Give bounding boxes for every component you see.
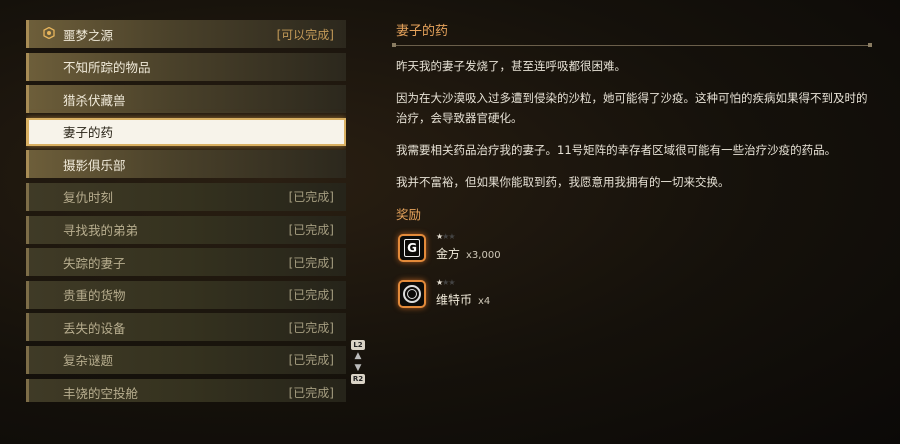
reward-item: ★★★ 维特币 x4 [396,278,596,314]
title-divider [392,43,872,47]
quest-description: 昨天我的妻子发烧了，甚至连呼吸都很困难。 [396,59,626,73]
quest-item[interactable]: 不知所踪的物品 [26,52,346,81]
quest-status: [已完成] [288,386,334,401]
quest-name: 摄影俱乐部 [63,157,126,173]
quest-item[interactable]: 复杂谜题 [已完成] [26,345,346,374]
reward-quantity: x4 [478,296,491,307]
hexagon-marker-icon [43,27,55,39]
quest-status: [已完成] [288,255,334,270]
quest-description: 我需要相关药品治疗我的妻子。11号矩阵的幸存者区域很可能有一些治疗沙疫的药品。 [396,143,837,157]
quest-name: 复仇时刻 [63,190,114,206]
quest-item[interactable]: 猎杀伏藏兽 [26,85,346,114]
quest-status: [已完成] [288,223,334,238]
reward-name: 金方 [436,247,461,261]
quest-item[interactable]: 失踪的妻子 [已完成] [26,248,346,277]
quest-description: 因为在大沙漠吸入过多遭到侵染的沙粒，她可能得了沙疫。这种可怕的疾病如果得不到及时… [396,91,868,125]
quest-status: [已完成] [288,190,334,205]
quest-list: 噩梦之源 [可以完成] 不知所踪的物品 猎杀伏藏兽 妻子的药 摄影俱乐部 复仇时… [26,20,346,402]
quest-name: 贵重的货物 [63,288,126,304]
quest-status: [已完成] [288,288,334,303]
reward-rarity-stars: ★★★ [436,232,455,241]
rewards-heading: 奖励 [396,207,422,222]
quest-item[interactable]: 贵重的货物 [已完成] [26,280,346,309]
quest-status: [可以完成] [276,27,334,42]
reward-quantity: x3,000 [466,250,501,261]
quest-item-nightmare-source[interactable]: 噩梦之源 [可以完成] [26,20,346,48]
quest-name: 妻子的药 [63,125,114,141]
quest-name: 丰饶的空投舱 [63,386,139,402]
quest-item[interactable]: 寻找我的弟弟 [已完成] [26,215,346,244]
reward-rarity-stars: ★★★ [436,278,455,287]
gold-currency-icon: G [398,234,426,262]
r2-button-icon[interactable]: R2 [351,374,365,384]
quest-status: [已完成] [288,320,334,335]
quest-item-selected[interactable]: 妻子的药 [26,117,346,146]
l2-button-icon[interactable]: L2 [351,340,365,350]
quest-name: 猎杀伏藏兽 [63,92,126,108]
quest-status: [已完成] [288,353,334,368]
quest-item[interactable]: 丢失的设备 [已完成] [26,313,346,342]
quest-name: 复杂谜题 [63,353,114,369]
quest-item[interactable]: 摄影俱乐部 [26,150,346,179]
quest-item[interactable]: 丰饶的空投舱 [已完成] [26,378,346,402]
scroll-indicator[interactable]: L2 ▲ ▼ R2 [351,340,365,388]
scroll-arrows-icon: ▲ ▼ [354,351,362,373]
quest-name: 噩梦之源 [63,27,114,43]
reward-item: G ★★★ 金方 x3,000 [396,232,596,268]
quest-name: 不知所踪的物品 [63,60,151,76]
vita-coin-icon [398,280,426,308]
quest-name: 寻找我的弟弟 [63,223,139,239]
reward-name: 维特币 [436,293,473,307]
quest-name: 失踪的妻子 [63,255,126,271]
quest-name: 丢失的设备 [63,320,126,336]
quest-detail-panel: 妻子的药 昨天我的妻子发烧了，甚至连呼吸都很困难。 因为在大沙漠吸入过多遭到侵染… [392,18,872,308]
quest-item[interactable]: 复仇时刻 [已完成] [26,182,346,211]
quest-title: 妻子的药 [396,24,449,39]
quest-description: 我并不富裕，但如果你能取到药，我愿意用我拥有的一切来交换。 [396,175,730,189]
